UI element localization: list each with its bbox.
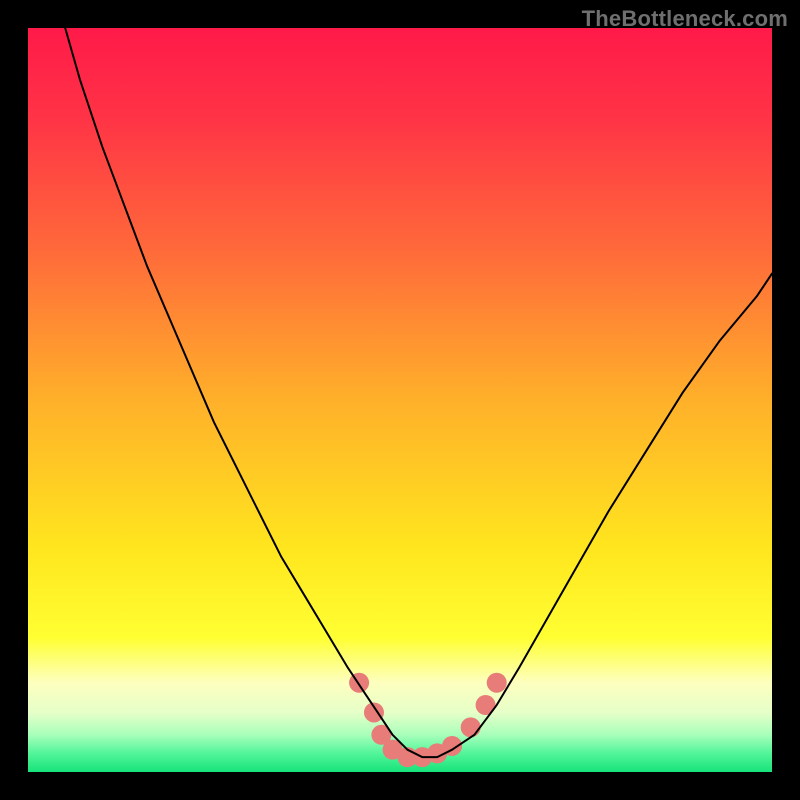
marker-dot — [487, 673, 507, 693]
watermark-text: TheBottleneck.com — [582, 6, 788, 32]
chart-svg — [28, 28, 772, 772]
marker-dot — [461, 717, 481, 737]
chart-frame: TheBottleneck.com — [0, 0, 800, 800]
gradient-background — [28, 28, 772, 772]
plot-area — [28, 28, 772, 772]
